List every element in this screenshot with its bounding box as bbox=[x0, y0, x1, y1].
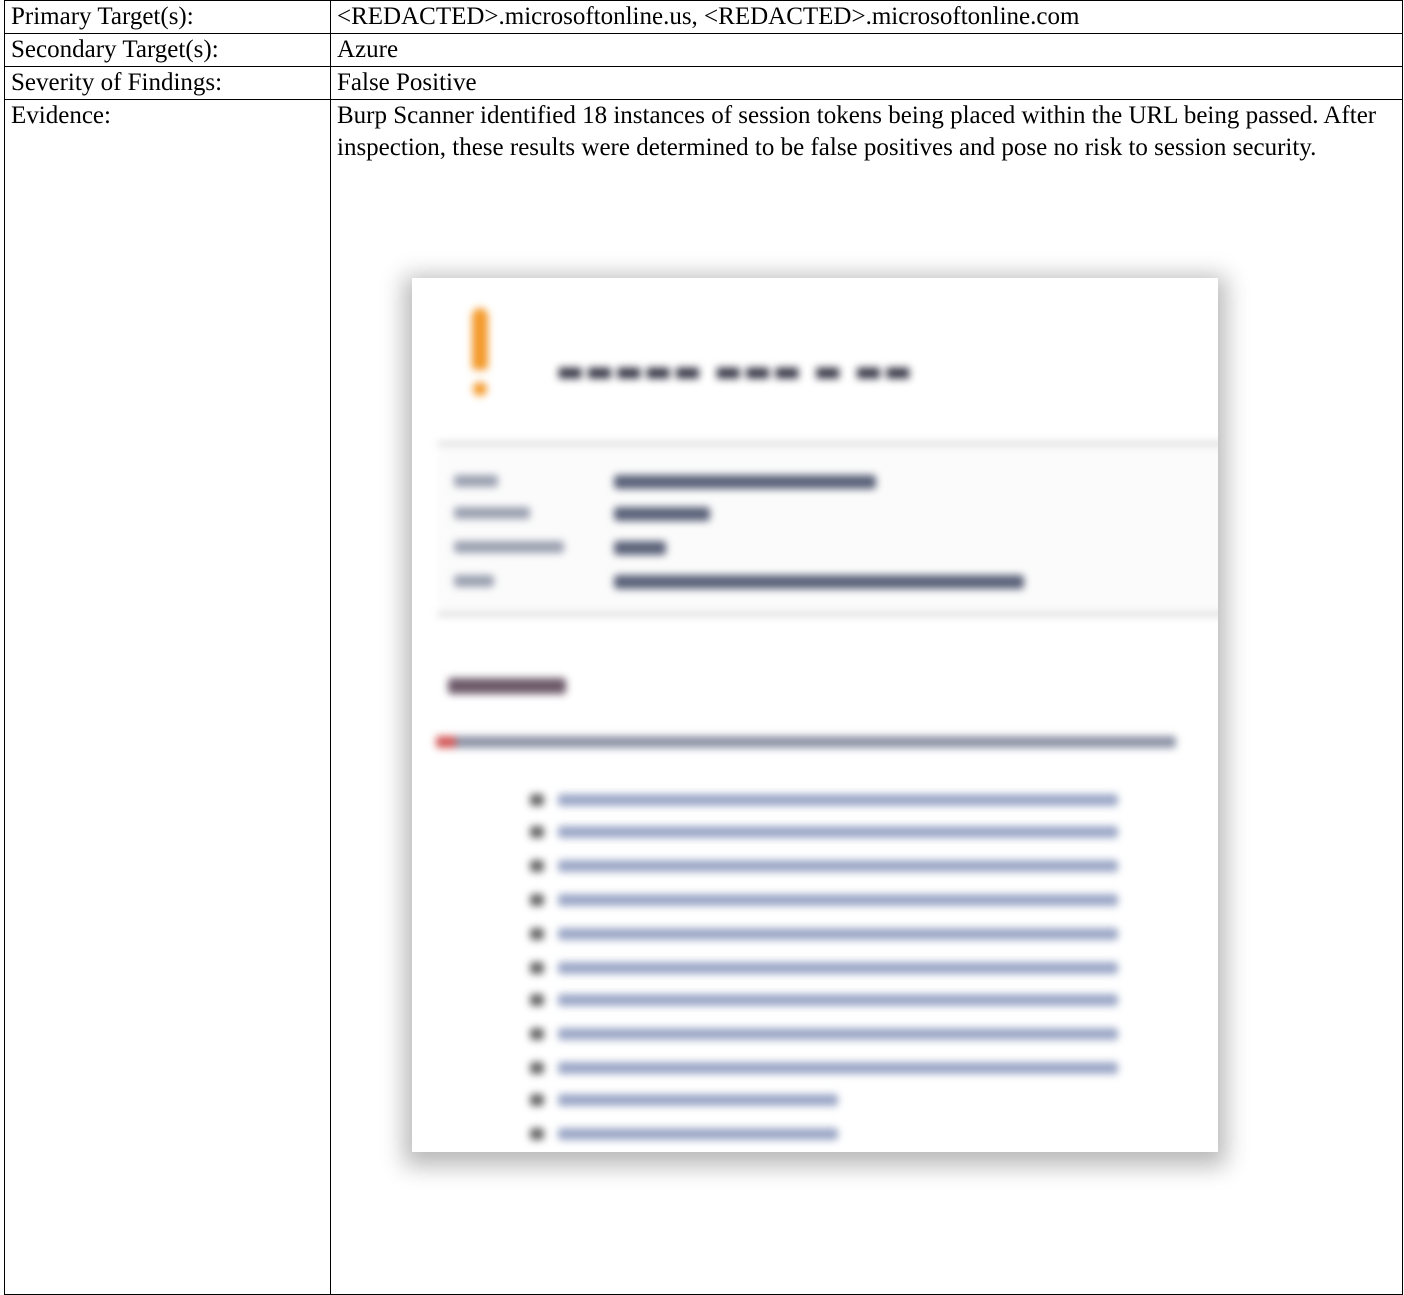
report-title-redacted: ▬▬▬▬▬ ▬▬▬ ▬ ▬▬ bbox=[556, 354, 914, 389]
value-primary-target: <REDACTED>.microsoftonline.us, <REDACTED… bbox=[330, 0, 1403, 34]
label-severity: Severity of Findings: bbox=[4, 66, 331, 100]
report-section-heading bbox=[448, 678, 566, 694]
row-secondary-target: Secondary Target(s): Azure bbox=[4, 33, 1403, 67]
row-primary-target: Primary Target(s): <REDACTED>.microsofto… bbox=[4, 0, 1403, 34]
label-evidence: Evidence: bbox=[4, 99, 331, 1295]
report-summary-box bbox=[438, 442, 1218, 616]
report-intro-line bbox=[436, 736, 1176, 748]
evidence-text: Burp Scanner identified 18 instances of … bbox=[337, 102, 1377, 161]
evidence-screenshot: ▬▬▬▬▬ ▬▬▬ ▬ ▬▬ bbox=[412, 278, 1218, 1152]
label-primary-target: Primary Target(s): bbox=[4, 0, 331, 34]
warning-icon bbox=[464, 308, 498, 408]
row-severity: Severity of Findings: False Positive bbox=[4, 66, 1403, 100]
blurred-scan-report: ▬▬▬▬▬ ▬▬▬ ▬ ▬▬ bbox=[412, 278, 1218, 1152]
label-secondary-target: Secondary Target(s): bbox=[4, 33, 331, 67]
value-severity: False Positive bbox=[330, 66, 1403, 100]
value-secondary-target: Azure bbox=[330, 33, 1403, 67]
